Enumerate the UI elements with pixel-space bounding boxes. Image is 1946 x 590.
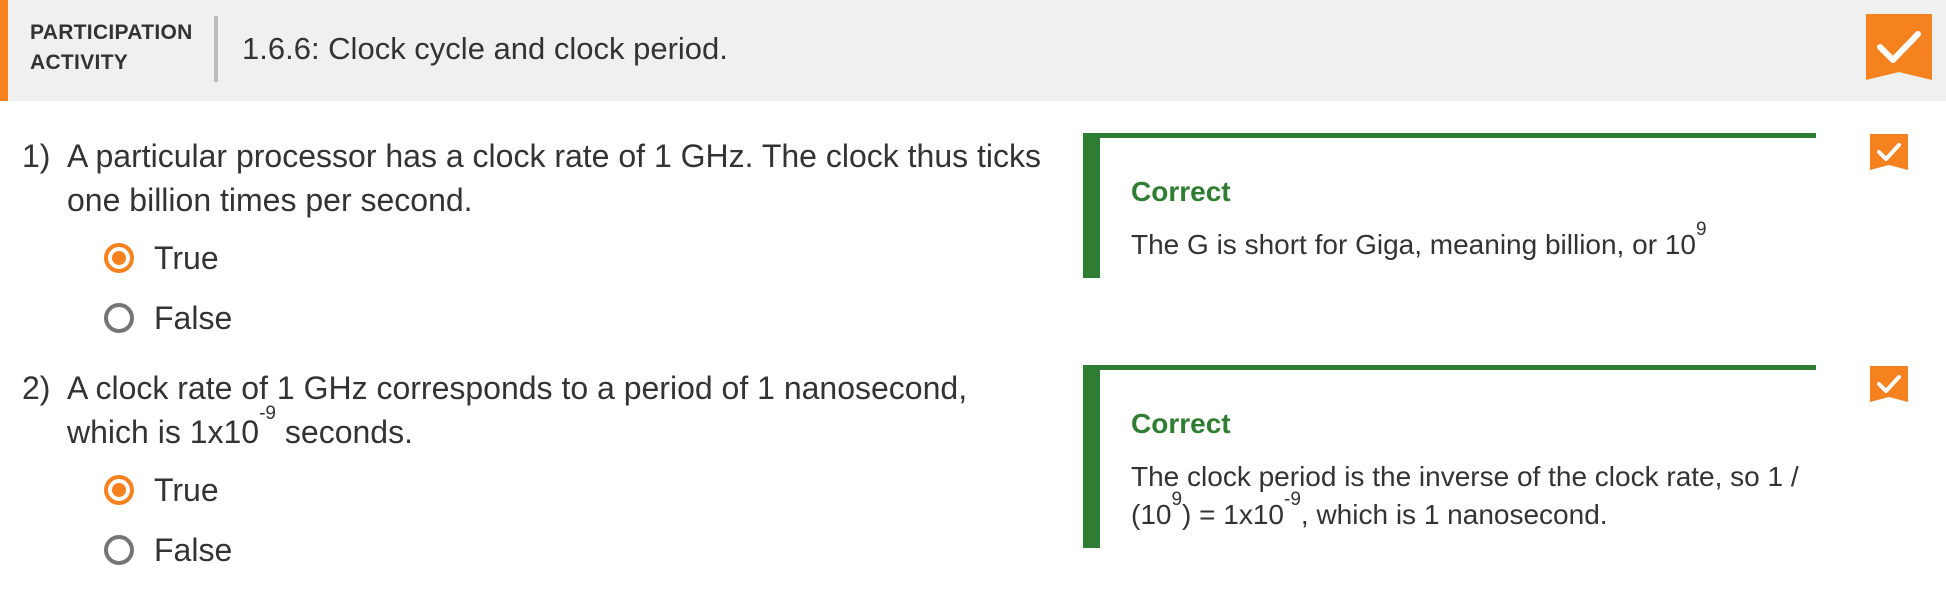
question-text: A particular processor has a clock rate …	[67, 134, 1047, 222]
option-label: False	[154, 531, 233, 568]
check-icon	[1870, 134, 1908, 176]
feedback-superscript: -9	[1284, 489, 1301, 510]
activity-type-line1: PARTICIPATION	[30, 21, 193, 44]
feedback-text-line: The clock period is the inverse of the c…	[1131, 461, 1799, 492]
question-text-line: which is 1x10-9 seconds.	[67, 404, 1047, 454]
activity-type-line2: ACTIVITY	[30, 51, 129, 74]
activity-header: PARTICIPATION ACTIVITY 1.6.6: Clock cycl…	[0, 0, 1946, 101]
option-label: True	[154, 471, 219, 508]
feedback-superscript: 9	[1695, 219, 1707, 240]
question-number: 1)	[22, 138, 51, 174]
feedback-panel: Correct The clock period is the inverse …	[1083, 365, 1816, 548]
option-true[interactable]: True	[104, 238, 219, 278]
feedback-text-line: (109) = 1x10-9, which is 1 nanosecond.	[1131, 490, 1821, 534]
feedback-title: Correct	[1131, 176, 1231, 207]
radio-button-selected[interactable]	[104, 475, 134, 505]
header-divider	[214, 16, 218, 82]
feedback-text-main: The G is short for Giga, meaning billion…	[1131, 229, 1696, 260]
check-badge-icon	[1866, 14, 1932, 88]
option-false[interactable]: False	[104, 298, 232, 338]
question-text-line: A clock rate of 1 GHz corresponds to a p…	[67, 370, 968, 406]
question-number: 2)	[22, 370, 51, 406]
option-true[interactable]: True	[104, 470, 219, 510]
question-text-line: A particular processor has a clock rate …	[67, 138, 1042, 174]
feedback-text: The clock period is the inverse of the c…	[1131, 458, 1821, 534]
radio-button[interactable]	[104, 303, 134, 333]
activity-title: 1.6.6: Clock cycle and clock period.	[242, 31, 728, 66]
question-text-line: one billion times per second.	[67, 182, 473, 218]
feedback-text-part: (10	[1131, 499, 1172, 530]
question-superscript: -9	[259, 403, 276, 424]
feedback-text-part: ) = 1x10	[1182, 499, 1284, 530]
check-icon	[1870, 366, 1908, 408]
feedback-panel: Correct The G is short for Giga, meaning…	[1083, 133, 1816, 278]
feedback-superscript: 9	[1171, 489, 1183, 510]
option-label: True	[154, 239, 219, 276]
activity-type-label: PARTICIPATION ACTIVITY	[30, 18, 205, 78]
question-text: A clock rate of 1 GHz corresponds to a p…	[67, 366, 1047, 454]
radio-button[interactable]	[104, 535, 134, 565]
question-text-part: which is 1x10	[67, 414, 260, 450]
question-text-part: seconds.	[276, 414, 413, 450]
feedback-text-part: , which is 1 nanosecond.	[1300, 499, 1608, 530]
radio-button-selected[interactable]	[104, 243, 134, 273]
option-label: False	[154, 299, 233, 336]
feedback-text: The G is short for Giga, meaning billion…	[1131, 220, 1821, 264]
feedback-title: Correct	[1131, 408, 1231, 439]
option-false[interactable]: False	[104, 530, 232, 570]
